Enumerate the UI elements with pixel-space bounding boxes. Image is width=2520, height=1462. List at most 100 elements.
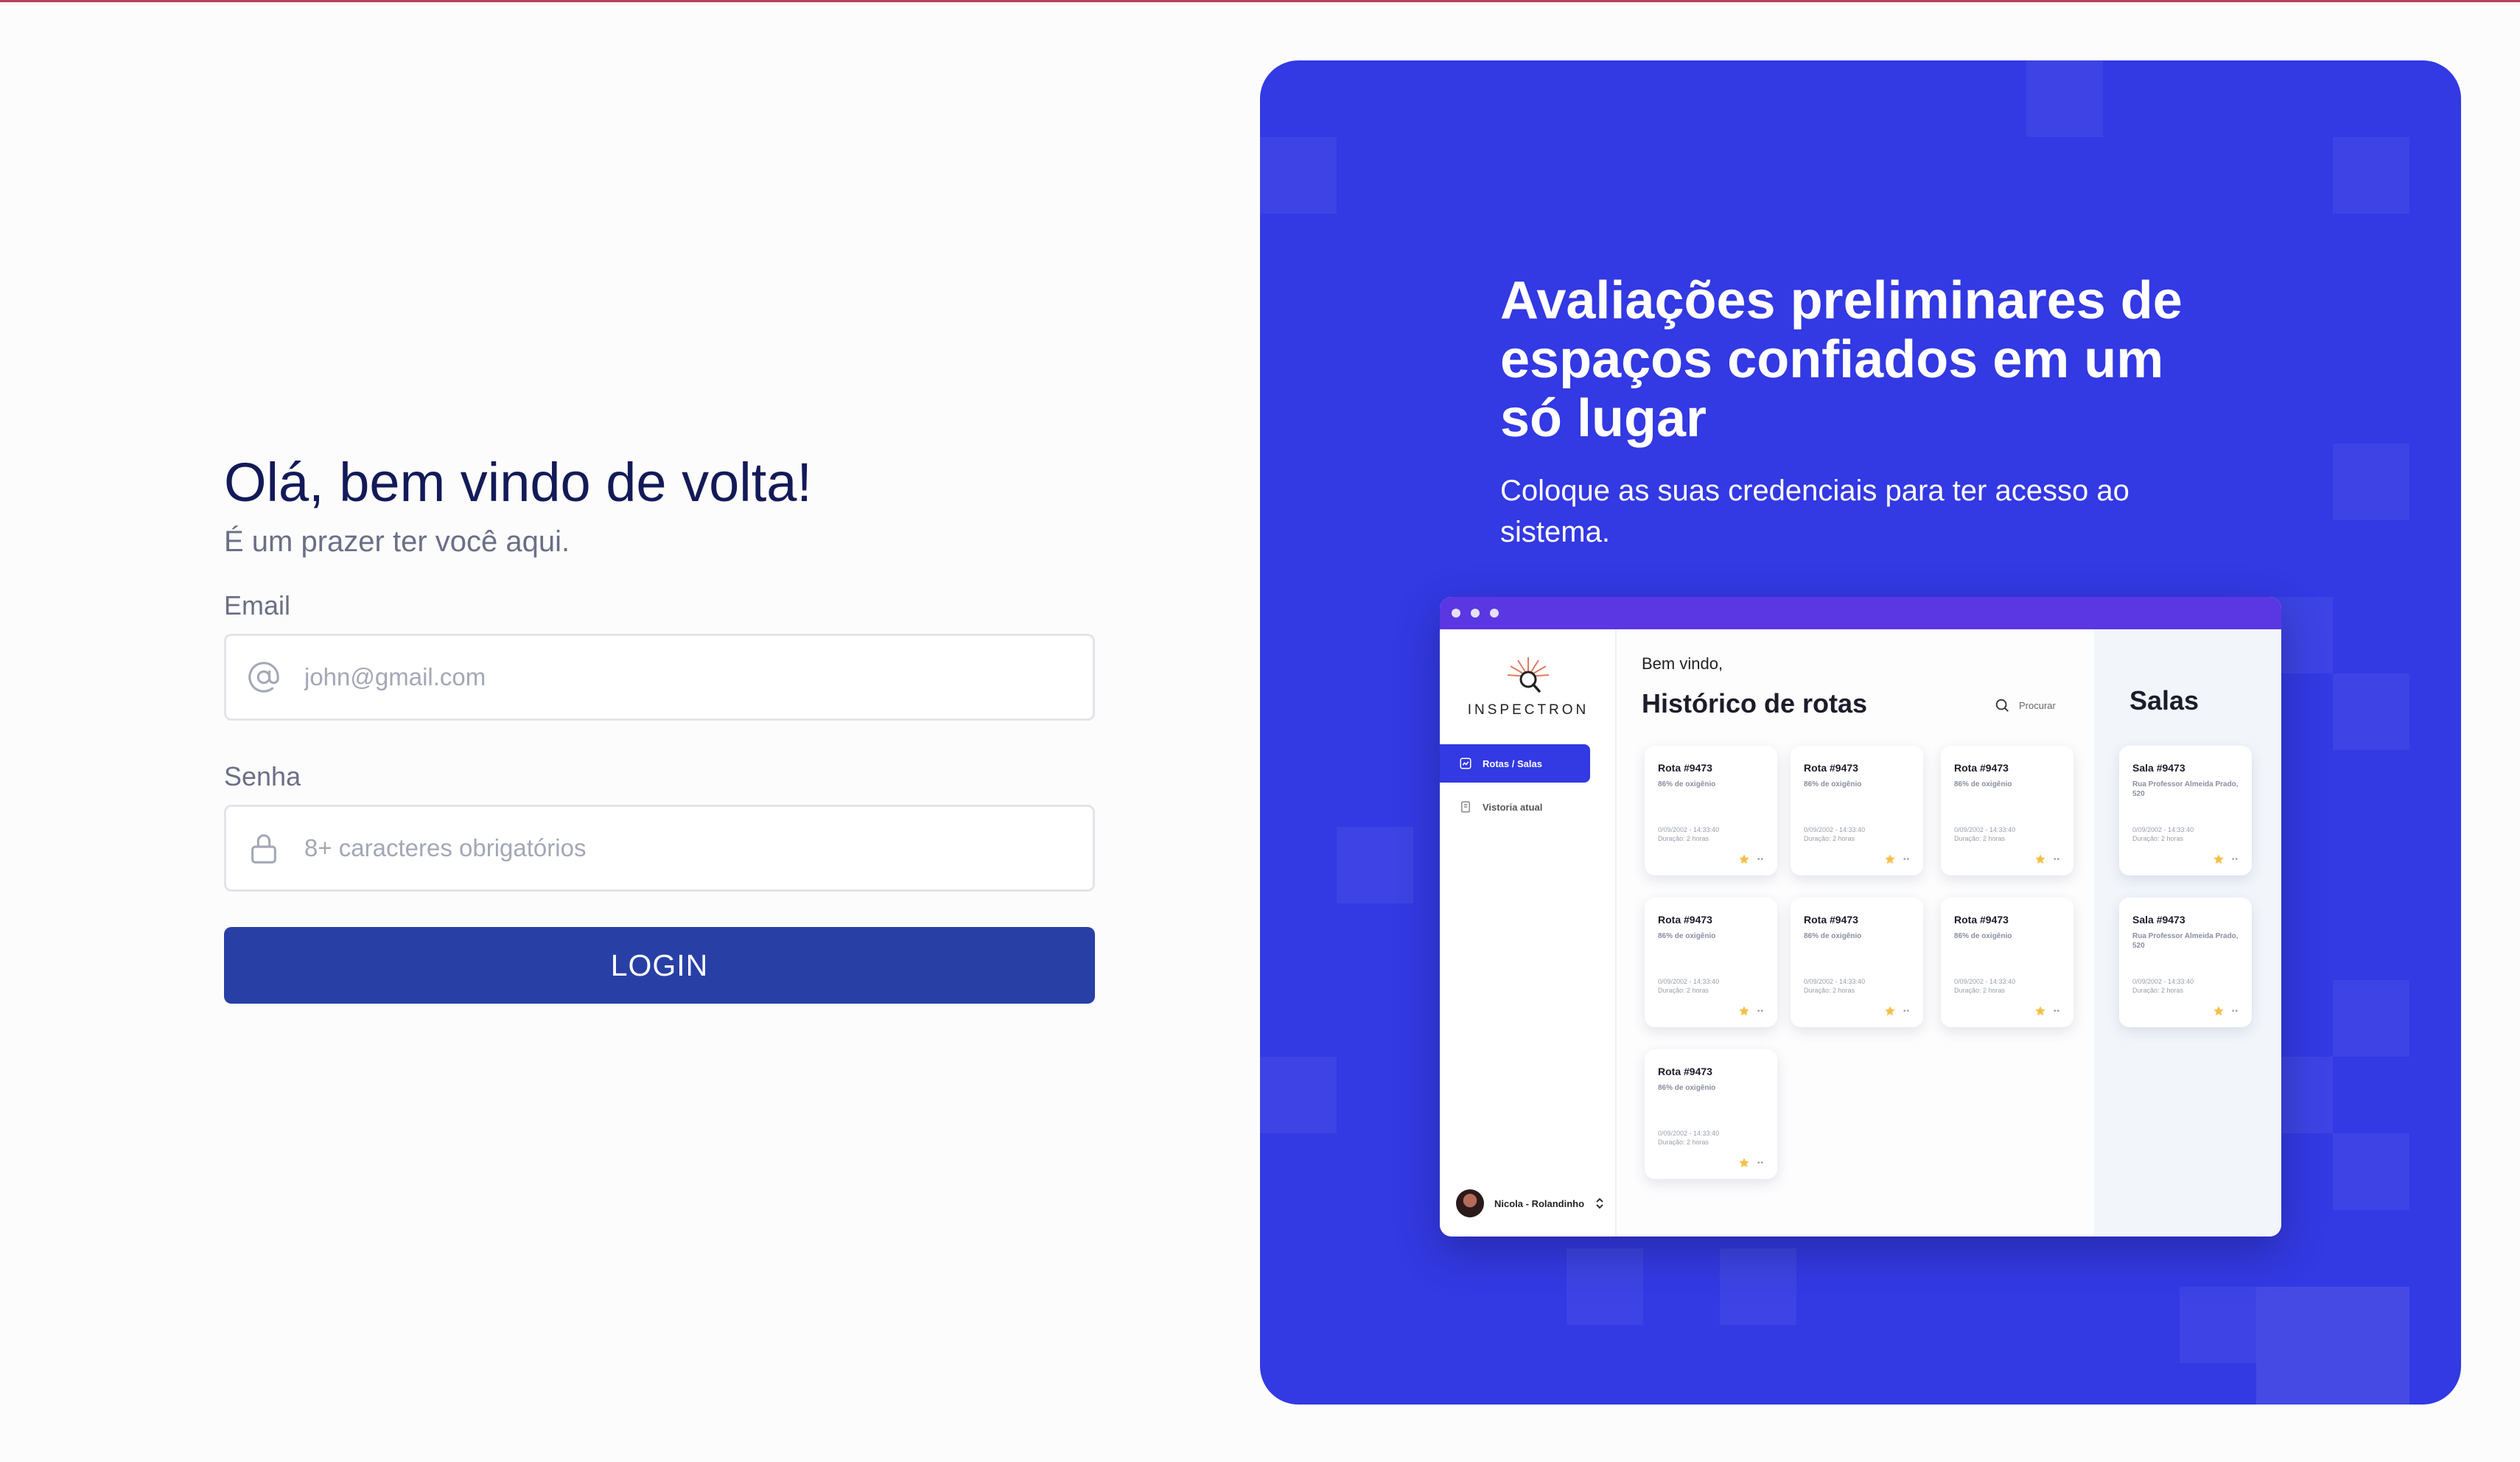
star-icon[interactable] bbox=[2213, 1005, 2225, 1017]
card-date: 0/09/2002 - 14:33:40 bbox=[1658, 978, 1720, 985]
more-icon[interactable]: •• bbox=[1903, 1007, 1910, 1015]
more-icon[interactable]: •• bbox=[2054, 1007, 2060, 1015]
bg-tile bbox=[2333, 444, 2409, 520]
search-button[interactable]: Procurar bbox=[1994, 697, 2056, 713]
card-meta: 0/09/2002 - 14:33:40 Duração: 2 horas bbox=[2132, 825, 2194, 843]
card-date: 0/09/2002 - 14:33:40 bbox=[1658, 1130, 1720, 1137]
card-date: 0/09/2002 - 14:33:40 bbox=[2132, 978, 2194, 985]
lock-icon bbox=[245, 830, 282, 867]
password-input[interactable] bbox=[304, 834, 1041, 862]
route-card[interactable]: Rota #9473 86% de oxigênio 0/09/2002 - 14:… bbox=[1791, 746, 1923, 875]
more-icon[interactable]: •• bbox=[1757, 856, 1764, 864]
more-icon[interactable]: •• bbox=[1903, 856, 1910, 864]
star-icon[interactable] bbox=[2034, 853, 2046, 865]
card-duration: Duração: 2 horas bbox=[2132, 835, 2184, 842]
window-dot bbox=[1490, 609, 1499, 618]
card-subtitle: 86% de oxigênio bbox=[1658, 780, 1716, 788]
card-subtitle: 86% de oxigênio bbox=[1658, 1084, 1716, 1092]
chart-icon bbox=[1460, 758, 1471, 769]
bg-tile bbox=[2180, 1287, 2256, 1363]
card-duration: Duração: 2 horas bbox=[1954, 835, 2006, 842]
card-title: Rota #9473 bbox=[1954, 914, 2009, 926]
card-duration: Duração: 2 horas bbox=[1804, 835, 1855, 842]
card-subtitle: 86% de oxigênio bbox=[1954, 932, 2012, 940]
bg-tile bbox=[1260, 1057, 1337, 1133]
card-title: Rota #9473 bbox=[1658, 762, 1712, 774]
route-card[interactable]: Rota #9473 86% de oxigênio 0/09/2002 - 14:… bbox=[1941, 746, 2073, 875]
card-meta: 0/09/2002 - 14:33:40 Duração: 2 horas bbox=[1804, 977, 1865, 995]
hero-panel: Avaliações preliminares de espaços confi… bbox=[1260, 60, 2461, 1405]
star-icon[interactable] bbox=[1884, 1005, 1896, 1017]
login-button[interactable]: LOGIN bbox=[224, 927, 1095, 1004]
more-icon[interactable]: •• bbox=[1757, 1007, 1764, 1015]
login-form: Olá, bem vindo de volta! É um prazer ter… bbox=[224, 450, 1095, 1004]
bg-tile bbox=[2333, 137, 2409, 214]
route-card[interactable]: Rota #9473 86% de oxigênio 0/09/2002 - 14:… bbox=[1645, 1049, 1777, 1179]
card-duration: Duração: 2 horas bbox=[1658, 987, 1709, 994]
sidebar-item-vistoria[interactable]: Vistoria atual bbox=[1459, 800, 1542, 814]
route-card[interactable]: Rota #9473 86% de oxigênio 0/09/2002 - 14:… bbox=[1941, 898, 2073, 1027]
app-preview-window: INSPECTRON Rotas / Salas Vistoria atual … bbox=[1440, 597, 2281, 1237]
sidebar-item-rotas-salas[interactable]: Rotas / Salas bbox=[1440, 744, 1590, 783]
bg-tile bbox=[2333, 674, 2409, 750]
bg-tile bbox=[1337, 827, 1413, 903]
window-dot bbox=[1471, 609, 1480, 618]
user-profile[interactable]: Nicola - Rolandinho bbox=[1456, 1189, 1605, 1217]
route-card[interactable]: Rota #9473 86% de oxigênio 0/09/2002 - 14:… bbox=[1645, 898, 1777, 1027]
route-card[interactable]: Rota #9473 86% de oxigênio 0/09/2002 - 14:… bbox=[1791, 898, 1923, 1027]
email-field[interactable] bbox=[224, 634, 1095, 721]
card-footer: •• bbox=[1738, 1005, 1764, 1017]
card-meta: 0/09/2002 - 14:33:40 Duração: 2 horas bbox=[1658, 977, 1719, 995]
card-date: 0/09/2002 - 14:33:40 bbox=[1954, 826, 2016, 833]
card-duration: Duração: 2 horas bbox=[2132, 987, 2184, 994]
star-icon[interactable] bbox=[2034, 1005, 2046, 1017]
star-icon[interactable] bbox=[1884, 853, 1896, 865]
star-icon[interactable] bbox=[1738, 1157, 1750, 1169]
bg-tile bbox=[2333, 1133, 2409, 1210]
hero-title: Avaliações preliminares de espaços confi… bbox=[1500, 271, 2183, 448]
card-footer: •• bbox=[1738, 1157, 1764, 1169]
card-date: 0/09/2002 - 14:33:40 bbox=[2132, 826, 2194, 833]
bg-tile bbox=[2026, 60, 2103, 137]
star-icon[interactable] bbox=[1738, 853, 1750, 865]
greeting-title: Olá, bem vindo de volta! bbox=[224, 452, 812, 513]
bg-tile bbox=[1260, 137, 1337, 214]
chevron-updown-icon bbox=[1596, 1197, 1603, 1209]
more-icon[interactable]: •• bbox=[1757, 1159, 1764, 1167]
hero-subtitle: Coloque as suas credenciais para ter ace… bbox=[1500, 475, 2129, 548]
at-icon bbox=[245, 659, 282, 696]
card-duration: Duração: 2 horas bbox=[1658, 1139, 1709, 1146]
more-icon[interactable]: •• bbox=[2232, 856, 2239, 864]
email-label: Email bbox=[224, 590, 291, 620]
card-footer: •• bbox=[2034, 1005, 2060, 1017]
card-title: Rota #9473 bbox=[1804, 914, 1858, 926]
bg-tile bbox=[1567, 1248, 1643, 1325]
card-duration: Duração: 2 horas bbox=[1804, 987, 1855, 994]
greeting-subtitle: É um prazer ter você aqui. bbox=[224, 525, 570, 558]
bg-tile bbox=[1720, 1248, 1796, 1325]
card-footer: •• bbox=[2213, 1005, 2239, 1017]
card-subtitle: 86% de oxigênio bbox=[1804, 780, 1862, 788]
card-meta: 0/09/2002 - 14:33:40 Duração: 2 horas bbox=[1658, 825, 1719, 843]
star-icon[interactable] bbox=[2213, 853, 2225, 865]
card-title: Rota #9473 bbox=[1658, 1066, 1712, 1077]
card-title: Rota #9473 bbox=[1658, 914, 1712, 926]
preview-main: Bem vindo, Histórico de rotas Procurar S… bbox=[1617, 629, 2281, 1237]
more-icon[interactable]: •• bbox=[2054, 856, 2060, 864]
sala-card[interactable]: Sala #9473 Rua Professor Almeida Prado, 5… bbox=[2119, 898, 2252, 1027]
email-input[interactable] bbox=[304, 663, 1041, 691]
password-field[interactable] bbox=[224, 805, 1095, 892]
card-title: Rota #9473 bbox=[1804, 762, 1858, 774]
bg-tile bbox=[2333, 980, 2409, 1057]
route-card[interactable]: Rota #9473 86% de oxigênio 0/09/2002 - 14:… bbox=[1645, 746, 1777, 875]
card-title: Rota #9473 bbox=[1954, 762, 2009, 774]
card-subtitle: 86% de oxigênio bbox=[1804, 932, 1862, 940]
logo-text: INSPECTRON bbox=[1467, 702, 1589, 718]
inspectron-logo: INSPECTRON bbox=[1463, 654, 1593, 718]
preview-titlebar bbox=[1440, 597, 2281, 629]
star-icon[interactable] bbox=[1738, 1005, 1750, 1017]
card-meta: 0/09/2002 - 14:33:40 Duração: 2 horas bbox=[2132, 977, 2194, 995]
search-icon bbox=[1995, 699, 2009, 712]
more-icon[interactable]: •• bbox=[2232, 1007, 2239, 1015]
sala-card[interactable]: Sala #9473 Rua Professor Almeida Prado, 5… bbox=[2119, 746, 2252, 875]
